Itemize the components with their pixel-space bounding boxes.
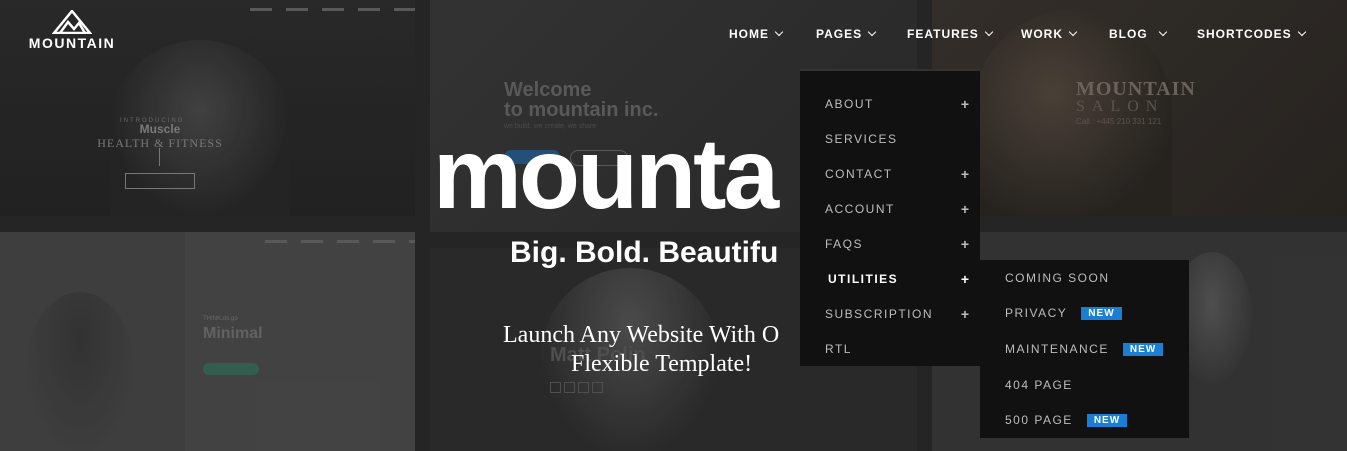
submenu-item-maintenance[interactable]: MAINTENANCE NEW xyxy=(1005,342,1164,356)
menu-item-utilities-label: UTILITIES xyxy=(828,272,899,286)
plus-icon[interactable]: + xyxy=(961,202,969,216)
chevron-down-icon xyxy=(774,27,784,37)
submenu-item-label: 404 PAGE xyxy=(1005,378,1073,392)
submenu-item-label: PRIVACY xyxy=(1005,306,1068,320)
menu-item-account[interactable]: ACCOUNT xyxy=(825,202,895,216)
new-badge: NEW xyxy=(1081,307,1122,320)
menu-item-services-label: SERVICES xyxy=(825,132,898,146)
nav-features[interactable]: FEATURES xyxy=(907,27,994,41)
submenu-item-label: COMING SOON xyxy=(1005,271,1110,285)
menu-item-rtl[interactable]: RTL xyxy=(825,342,852,356)
chevron-down-icon xyxy=(984,27,994,37)
plus-icon[interactable]: + xyxy=(961,272,969,286)
plus-icon[interactable]: + xyxy=(961,237,969,251)
nav-home-label: HOME xyxy=(729,27,769,41)
utilities-submenu: COMING SOON PRIVACY NEW MAINTENANCE NEW 40… xyxy=(980,260,1189,438)
menu-item-faqs[interactable]: FAQS xyxy=(825,237,863,251)
plus-icon[interactable]: + xyxy=(961,167,969,181)
nav-shortcodes[interactable]: SHORTCODES xyxy=(1197,27,1306,41)
menu-item-subscription[interactable]: SUBSCRIPTION xyxy=(825,307,933,321)
menu-item-services[interactable]: SERVICES xyxy=(825,132,897,146)
menu-item-contact[interactable]: CONTACT xyxy=(825,167,893,181)
nav-pages-label: PAGES xyxy=(816,27,863,41)
submenu-item-404-page[interactable]: 404 PAGE xyxy=(1005,378,1073,392)
chevron-down-icon xyxy=(1297,27,1306,37)
submenu-item-label: MAINTENANCE xyxy=(1005,342,1109,356)
nav-blog[interactable]: BLOG xyxy=(1109,27,1167,41)
submenu-item-label: 500 PAGE xyxy=(1005,413,1073,427)
submenu-item-privacy[interactable]: PRIVACY NEW xyxy=(1005,306,1122,320)
plus-icon[interactable]: + xyxy=(961,97,969,111)
nav-blog-label: BLOG xyxy=(1109,27,1148,41)
menu-item-utilities[interactable]: UTILITIES xyxy=(828,272,898,286)
chevron-down-icon xyxy=(1158,27,1167,37)
mountain-logo-icon xyxy=(52,10,92,34)
menu-item-faqs-label: FAQS xyxy=(825,237,864,251)
menu-item-account-label: ACCOUNT xyxy=(825,202,895,216)
nav-work[interactable]: WORK xyxy=(1021,27,1078,41)
nav-pages[interactable]: PAGES xyxy=(816,27,877,41)
logo-text: MOUNTAIN xyxy=(28,35,116,51)
nav-features-label: FEATURES xyxy=(907,27,979,41)
site-logo[interactable]: MOUNTAIN xyxy=(27,10,117,51)
nav-home[interactable]: HOME xyxy=(729,27,784,41)
menu-item-about[interactable]: ABOUT xyxy=(825,97,874,111)
hero-tagline: Big. Bold. Beautifu xyxy=(510,236,779,269)
submenu-item-coming-soon[interactable]: COMING SOON xyxy=(1005,271,1110,285)
menu-item-subscription-label: SUBSCRIPTION xyxy=(825,307,934,321)
plus-icon[interactable]: + xyxy=(961,307,969,321)
hero-subline-1: Launch Any Website With O xyxy=(503,322,780,348)
nav-shortcodes-label: SHORTCODES xyxy=(1197,27,1292,41)
pages-dropdown-menu: ABOUT + SERVICES CONTACT + ACCOUNT + FAQ… xyxy=(800,69,980,366)
submenu-item-500-page[interactable]: 500 PAGE NEW xyxy=(1005,413,1128,427)
nav-work-label: WORK xyxy=(1021,27,1063,41)
chevron-down-icon xyxy=(867,27,877,37)
hero-title: mounta xyxy=(433,118,779,230)
new-badge: NEW xyxy=(1122,343,1164,356)
menu-item-rtl-label: RTL xyxy=(825,342,852,356)
hero-subline-2: Flexible Template! xyxy=(571,351,753,377)
menu-item-about-label: ABOUT xyxy=(825,97,874,111)
new-badge: NEW xyxy=(1086,414,1128,427)
chevron-down-icon xyxy=(1068,27,1078,37)
menu-item-contact-label: CONTACT xyxy=(825,167,893,181)
